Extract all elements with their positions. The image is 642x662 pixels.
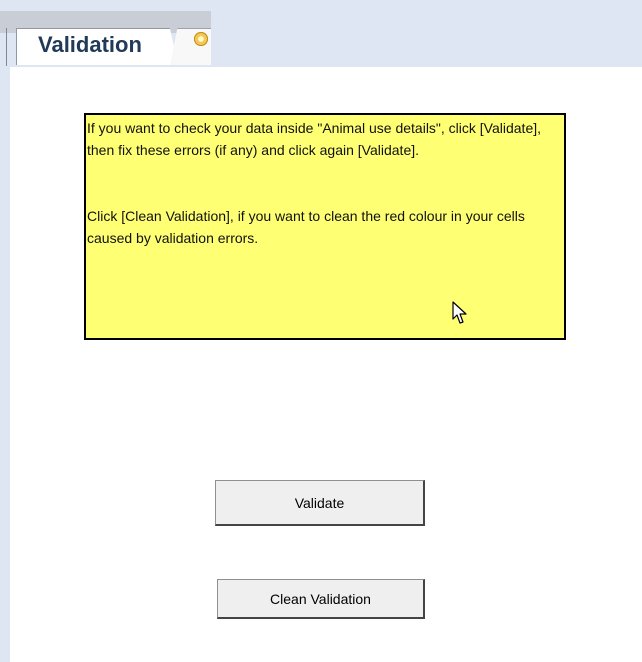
new-sheet-icon <box>194 32 208 46</box>
instructions-spacer <box>87 161 562 205</box>
validate-button[interactable]: Validate <box>215 480 425 526</box>
instructions-paragraph-clean: Click [Clean Validation], if you want to… <box>87 208 525 246</box>
clean-validation-button[interactable]: Clean Validation <box>217 579 425 619</box>
tab-strip-left-edge <box>6 28 7 66</box>
mouse-cursor-icon <box>452 301 467 324</box>
sheet-tab-strip: Validation <box>0 0 642 67</box>
instructions-note: If you want to check your data inside "A… <box>84 113 566 340</box>
tab-validation-label: Validation <box>38 32 142 57</box>
instructions-paragraph-validate: If you want to check your data inside "A… <box>87 120 542 158</box>
